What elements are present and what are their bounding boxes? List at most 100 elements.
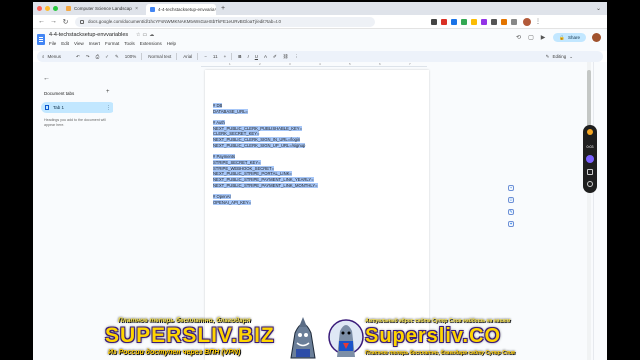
editing-mode-select[interactable]: ✎ Editing ⌄ <box>546 54 573 60</box>
recorder-icon[interactable] <box>587 129 593 135</box>
history-icon[interactable]: ⟲ <box>516 34 521 41</box>
shark-mascot-icon <box>290 317 316 359</box>
share-button[interactable]: 🔒 Share <box>553 33 586 42</box>
style-select[interactable]: Normal text <box>148 54 171 59</box>
text-line[interactable]: NEXT_PUBLIC_STRIPE_PAYMENT_LINK_MONTHLY= <box>213 182 318 189</box>
redo-icon[interactable]: ↷ <box>86 54 90 60</box>
extension-icon[interactable] <box>501 18 507 25</box>
horizontal-ruler[interactable]: 1 2 3 4 5 6 7 <box>201 62 427 67</box>
add-comment-icon[interactable]: + <box>508 185 514 191</box>
selected-text: NEXT_PUBLIC_CLERK_SIGN_UP_URL=/signup <box>213 142 306 148</box>
extension-icon[interactable] <box>451 18 457 25</box>
extension-icon[interactable] <box>471 18 477 25</box>
suggest-edits-icon[interactable]: ✎ <box>508 209 514 215</box>
browser-tab-2[interactable]: 4-4-techstacksetup-envvaria × <box>146 4 216 15</box>
pause-button[interactable] <box>586 155 594 163</box>
close-window-button[interactable] <box>37 6 42 11</box>
selected-text: NEXT_PUBLIC_CLERK_PUBLISHABLE_KEY= <box>213 125 303 131</box>
browser-window: Computer Science Landscap × 4-4-techstac… <box>33 2 607 360</box>
scrollbar-thumb[interactable] <box>587 70 591 130</box>
minimize-window-button[interactable] <box>45 6 50 11</box>
font-size-decrease-icon[interactable]: − <box>204 54 207 59</box>
puzzle-icon[interactable] <box>511 18 517 25</box>
site-info-icon[interactable] <box>80 19 84 24</box>
close-tab-icon[interactable]: × <box>215 7 216 13</box>
extension-icon[interactable] <box>481 18 487 25</box>
stop-button[interactable] <box>587 169 593 175</box>
divider <box>231 53 233 60</box>
sidebar-item-tab-1[interactable]: Tab 1 ⋮ <box>41 102 115 113</box>
emoji-reaction-icon[interactable]: ☺ <box>508 197 514 203</box>
docs-logo-icon[interactable] <box>37 34 45 45</box>
url-field[interactable]: docs.google.com/document/d/1hcYFsNWMKNAK… <box>75 16 375 27</box>
share-label: Share <box>567 35 580 40</box>
text-line[interactable]: NEXT_PUBLIC_STRIPE_PAYMENT_LINK_YEARLY= <box>213 176 318 183</box>
account-avatar[interactable] <box>592 33 601 42</box>
browser-tab-label: 4-4-techstacksetup-envvaria <box>158 7 215 12</box>
ruler-mark: 7 <box>409 62 411 66</box>
docs-favicon-icon <box>150 7 155 12</box>
selected-text: # Auth <box>213 120 225 126</box>
text-line[interactable]: OPENAI_API_KEY= <box>213 199 318 206</box>
comment-icon[interactable]: ▢ <box>528 34 534 41</box>
add-tab-icon[interactable]: + <box>106 89 110 95</box>
title-icons: ☆▭☁ <box>136 32 156 38</box>
reload-icon[interactable]: ↻ <box>62 18 69 26</box>
selected-text: CLERK_SECRET_KEY= <box>213 131 260 137</box>
forward-arrow-icon[interactable]: → <box>50 18 57 25</box>
font-size-increase-icon[interactable]: + <box>224 54 227 59</box>
browser-tab-1[interactable]: Computer Science Landscap × <box>62 4 142 14</box>
outline-hint: Headings you add to the document will ap… <box>44 118 106 127</box>
back-arrow-icon[interactable]: ← <box>43 75 50 82</box>
gemini-icon[interactable]: ✦ <box>508 221 514 227</box>
tab-search-icon[interactable]: ⌄ <box>596 5 601 12</box>
browser-menu-icon[interactable]: ⋮ <box>535 18 541 25</box>
extension-icon[interactable] <box>461 18 467 25</box>
menu-format[interactable]: Format <box>105 41 119 46</box>
menu-tools[interactable]: Tools <box>124 41 135 46</box>
watermark-overlay: Платное теперь бесплатно, благодаря SUPE… <box>0 313 640 360</box>
menu-bar: File Edit View Insert Format Tools Exten… <box>49 41 181 46</box>
settings-icon[interactable] <box>587 181 593 187</box>
menu-edit[interactable]: Edit <box>61 41 69 46</box>
extension-icon[interactable] <box>431 18 437 25</box>
extension-icon[interactable] <box>441 18 447 25</box>
document-body[interactable]: # DB DATABASE_URL= # Auth NEXT_PUBLIC_CLERK… <box>213 103 318 205</box>
watermark-brand-right: Supersliv.CO <box>365 325 502 347</box>
menu-search[interactable]: ⌕ Menus <box>42 54 70 59</box>
close-tab-icon[interactable]: × <box>135 6 138 12</box>
underline-icon[interactable]: U <box>255 54 258 59</box>
print-icon[interactable]: ⎙ <box>96 54 100 59</box>
zoom-select[interactable]: 100% <box>125 54 137 59</box>
profile-avatar[interactable] <box>523 17 531 26</box>
back-arrow-icon[interactable]: ← <box>38 18 45 25</box>
extension-icon[interactable] <box>491 18 497 25</box>
selected-text: NEXT_PUBLIC_STRIPE_PAYMENT_LINK_MONTHLY= <box>213 182 318 188</box>
maximize-window-button[interactable] <box>53 6 58 11</box>
menu-extensions[interactable]: Extensions <box>140 41 162 46</box>
bold-icon[interactable]: B <box>238 54 241 59</box>
tab-label: Tab 1 <box>53 105 65 110</box>
menu-insert[interactable]: Insert <box>89 41 100 46</box>
menu-file[interactable]: File <box>49 41 56 46</box>
meet-icon[interactable]: ▶ <box>541 34 546 41</box>
paint-format-icon[interactable]: ✎ <box>115 54 119 60</box>
menu-view[interactable]: View <box>74 41 84 46</box>
more-icon[interactable]: ⋮ <box>295 54 300 60</box>
selected-text: # OpenAI <box>213 194 231 199</box>
selected-text: # Payments <box>213 154 236 160</box>
more-options-icon[interactable]: ⋮ <box>106 105 111 111</box>
spellcheck-icon[interactable]: ✓ <box>105 54 109 60</box>
new-tab-button[interactable]: + <box>221 5 225 12</box>
undo-icon[interactable]: ↶ <box>76 54 80 60</box>
cloud-status-icon[interactable]: ☁ <box>149 32 156 38</box>
document-title[interactable]: 4-4-techstacksetup-envvariables <box>49 32 128 38</box>
italic-icon[interactable]: I <box>247 54 248 59</box>
text-line[interactable]: NEXT_PUBLIC_CLERK_SIGN_UP_URL=/signup <box>213 142 318 149</box>
menu-help[interactable]: Help <box>167 41 176 46</box>
font-size-input[interactable]: 11 <box>213 54 218 59</box>
link-icon[interactable]: ⛓ <box>283 54 289 60</box>
text-color-icon[interactable]: A <box>264 54 267 59</box>
highlight-icon[interactable]: ✐ <box>273 54 277 60</box>
font-select[interactable]: Arial <box>183 54 192 59</box>
